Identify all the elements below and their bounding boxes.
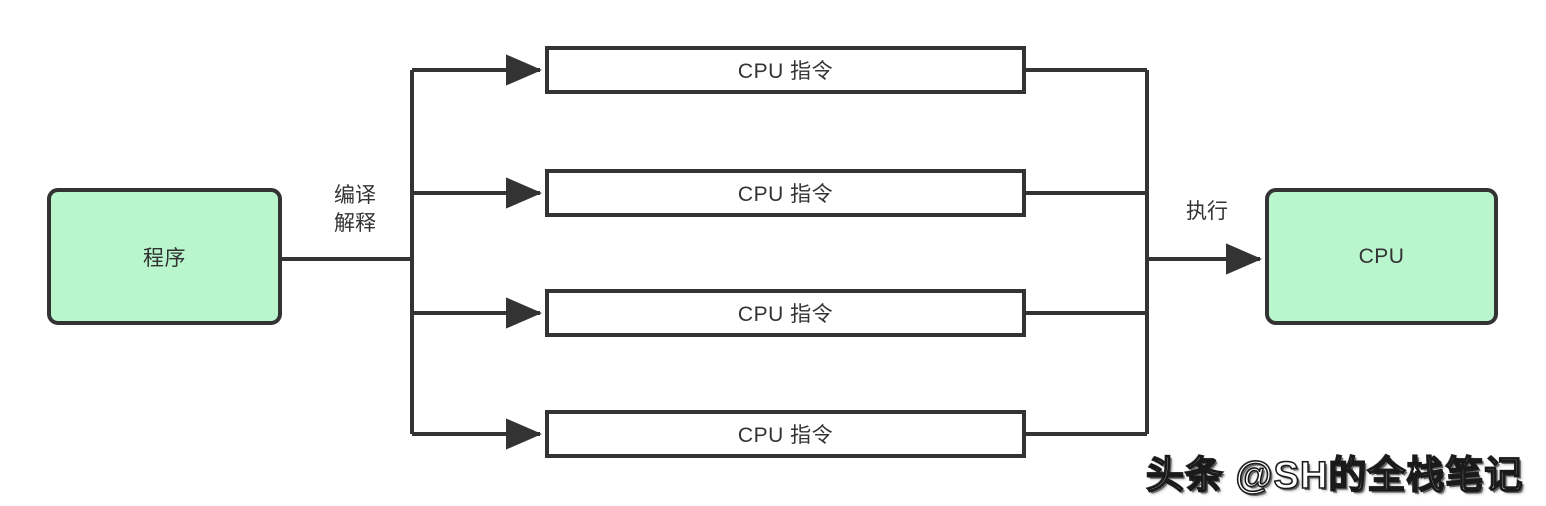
edge-label-execute: 执行 [1186, 200, 1228, 223]
diagram-connectors [47, 46, 1498, 458]
instruction-box-4 [545, 410, 1026, 458]
diagram-canvas: 程序 CPU CPU 指令 CPU 指令 CPU 指令 CPU 指令 编译 解释… [0, 0, 1546, 506]
node-program-shape [47, 188, 282, 325]
node-cpu-shape [1265, 188, 1498, 325]
instruction-box-3 [545, 289, 1026, 337]
edge-label-compile: 编译 解释 [334, 184, 376, 235]
instruction-box-2 [545, 169, 1026, 217]
watermark-text: 头条 @SH的全栈笔记 [1145, 454, 1524, 498]
instruction-box-1 [545, 46, 1026, 94]
